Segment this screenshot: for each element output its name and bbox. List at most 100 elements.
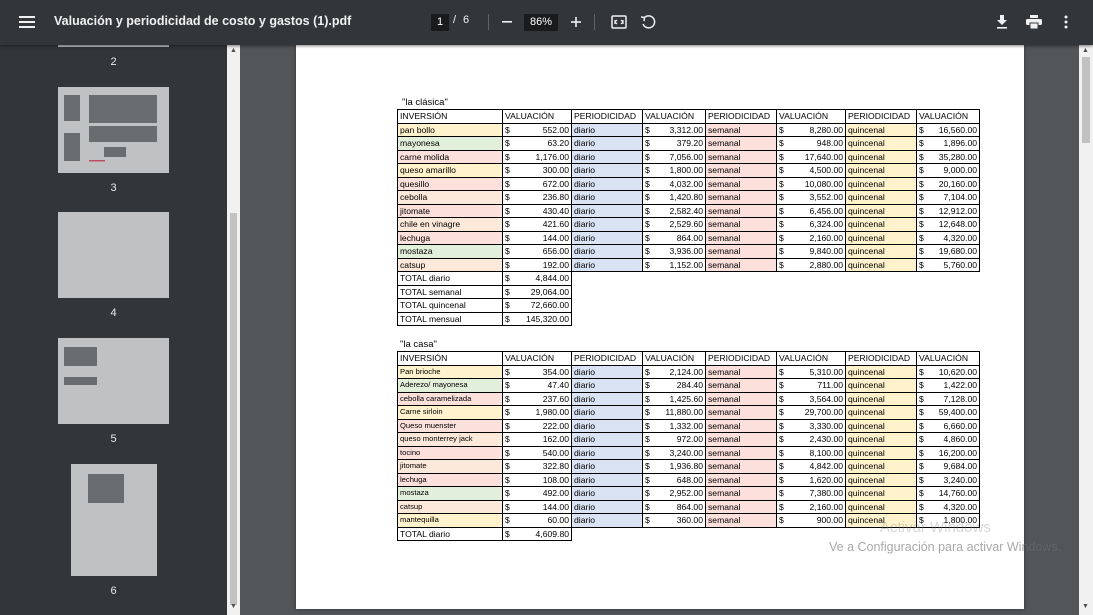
sidebar-scrollbar[interactable]: ▲ ▼ xyxy=(227,45,240,615)
item-name: catsup xyxy=(397,257,503,272)
page-thumbnail-2[interactable] xyxy=(58,45,169,47)
currency-symbol: $ xyxy=(919,246,924,257)
periodicity-cell: semanal xyxy=(705,472,777,487)
valuation-cell: $379.20 xyxy=(642,136,706,151)
amount: 672.00 xyxy=(542,178,569,189)
amount: 2,952.00 xyxy=(669,488,703,499)
scroll-up-arrow-icon[interactable]: ▲ xyxy=(1082,47,1089,54)
page-number-input[interactable]: 1 xyxy=(431,14,449,31)
valuation-cell: $4,842.00 xyxy=(776,459,846,474)
amount: 322.80 xyxy=(542,461,569,472)
periodicity-cell: diario xyxy=(571,136,643,151)
amount: 5,760.00 xyxy=(943,259,977,270)
page-thumbnail-5[interactable] xyxy=(58,338,169,424)
menu-icon[interactable] xyxy=(12,10,42,34)
activation-watermark-message: Ve a Configuración para activar Windows. xyxy=(829,540,1062,554)
amount: 2,529.60 xyxy=(669,219,703,230)
empty-cell xyxy=(917,312,980,326)
valuation-cell: $972.00 xyxy=(642,432,706,447)
currency-symbol: $ xyxy=(919,259,924,270)
currency-symbol: $ xyxy=(505,124,510,135)
table-row: Aderezo/ mayonesa $47.40 diario $284.40 sema… xyxy=(397,378,980,393)
currency-symbol: $ xyxy=(919,138,924,149)
empty-cell xyxy=(572,527,643,541)
header-valuacion: VALUACIÓN xyxy=(502,351,572,366)
valuation-cell: $19,680.00 xyxy=(916,244,980,259)
page-thumbnail-6[interactable] xyxy=(71,464,157,576)
empty-cell xyxy=(706,299,777,313)
amount: 3,312.00 xyxy=(669,124,703,135)
currency-symbol: $ xyxy=(645,501,650,512)
valuation-cell: $6,660.00 xyxy=(916,418,980,433)
amount: 17,640.00 xyxy=(804,151,843,162)
currency-symbol: $ xyxy=(505,232,510,243)
periodicity-cell: diario xyxy=(571,163,643,178)
currency-symbol: $ xyxy=(505,219,510,230)
zoom-out-button[interactable] xyxy=(497,12,517,32)
download-icon[interactable] xyxy=(992,12,1012,32)
main-scrollbar[interactable]: ▲ ▼ xyxy=(1079,45,1093,615)
currency-symbol: $ xyxy=(779,393,784,404)
amount: 354.00 xyxy=(542,366,569,377)
currency-symbol: $ xyxy=(645,138,650,149)
table-row: jitomate $430.40 diario $2,582.40 semanal $6,… xyxy=(397,203,980,218)
header-periodicidad: PERIODICIDAD xyxy=(845,109,917,124)
amount: 7,380.00 xyxy=(809,488,843,499)
currency-symbol: $ xyxy=(919,474,924,485)
rotate-icon[interactable] xyxy=(637,12,659,32)
periodicity-cell: quincenal xyxy=(845,244,917,259)
currency-symbol: $ xyxy=(779,488,784,499)
toolbar-divider xyxy=(594,14,595,30)
item-name: mantequilla xyxy=(397,513,503,528)
header-valuacion: VALUACIÓN xyxy=(916,351,980,366)
currency-symbol: $ xyxy=(505,434,510,445)
amount: 711.00 xyxy=(817,380,843,391)
table-caption-casa: "la casa" xyxy=(400,339,437,350)
currency-symbol: $ xyxy=(645,219,650,230)
zoom-in-button[interactable] xyxy=(566,12,586,32)
periodicity-cell: diario xyxy=(571,459,643,474)
page-thumbnail-3[interactable] xyxy=(58,87,169,173)
empty-cell xyxy=(777,299,846,313)
more-options-icon[interactable] xyxy=(1058,12,1074,32)
currency-symbol: $ xyxy=(645,205,650,216)
print-icon[interactable] xyxy=(1024,12,1044,32)
currency-symbol: $ xyxy=(645,488,650,499)
zoom-level-input[interactable]: 86% xyxy=(524,14,558,31)
currency-symbol: $ xyxy=(505,366,510,377)
sidebar-scrollbar-thumb[interactable] xyxy=(230,213,237,605)
header-valuacion: VALUACIÓN xyxy=(916,109,980,124)
total-label: TOTAL diario xyxy=(397,526,503,541)
fit-to-page-icon[interactable] xyxy=(608,12,630,32)
amount: 1,936.80 xyxy=(669,461,703,472)
amount: 20,160.00 xyxy=(938,178,977,189)
page-thumbnail-4[interactable] xyxy=(58,212,169,298)
cost-table-clasica: INVERSIÓN VALUACIÓN PERIODICIDAD VALUACI… xyxy=(397,109,980,326)
valuation-cell: $4,860.00 xyxy=(916,432,980,447)
scroll-up-arrow-icon[interactable]: ▲ xyxy=(230,47,237,54)
amount: 1,620.00 xyxy=(809,474,843,485)
amount: 1,420.80 xyxy=(669,192,703,203)
valuation-cell: $7,380.00 xyxy=(776,486,846,501)
valuation-cell: $5,760.00 xyxy=(916,257,980,272)
table-row: jitomate $322.80 diario $1,936.80 semanal $4,… xyxy=(397,459,980,474)
table-row: lechuga $108.00 diario $648.00 semanal $1,620… xyxy=(397,472,980,487)
currency-symbol: $ xyxy=(919,393,924,404)
item-name: quesillo xyxy=(397,176,503,191)
amount: 12,912.00 xyxy=(938,205,977,216)
thumbnail-label: 5 xyxy=(110,433,117,445)
main-scrollbar-thumb[interactable] xyxy=(1082,57,1090,143)
currency-symbol: $ xyxy=(645,447,650,458)
valuation-cell: $711.00 xyxy=(776,378,846,393)
scroll-down-arrow-icon[interactable]: ▼ xyxy=(230,603,237,610)
scroll-down-arrow-icon[interactable]: ▼ xyxy=(1082,603,1089,610)
table-caption-clasica: "la clásica" xyxy=(402,97,448,108)
amount: 2,160.00 xyxy=(809,232,843,243)
periodicity-cell: diario xyxy=(571,472,643,487)
table-row: carne molida $1,176.00 diario $7,056.00 sema… xyxy=(397,149,980,164)
amount: 6,456.00 xyxy=(809,205,843,216)
currency-symbol: $ xyxy=(505,192,510,203)
valuation-cell: $6,324.00 xyxy=(776,217,846,232)
periodicity-cell: quincenal xyxy=(845,499,917,514)
table-row: queso amarillo $300.00 diario $1,800.00 sema… xyxy=(397,163,980,178)
